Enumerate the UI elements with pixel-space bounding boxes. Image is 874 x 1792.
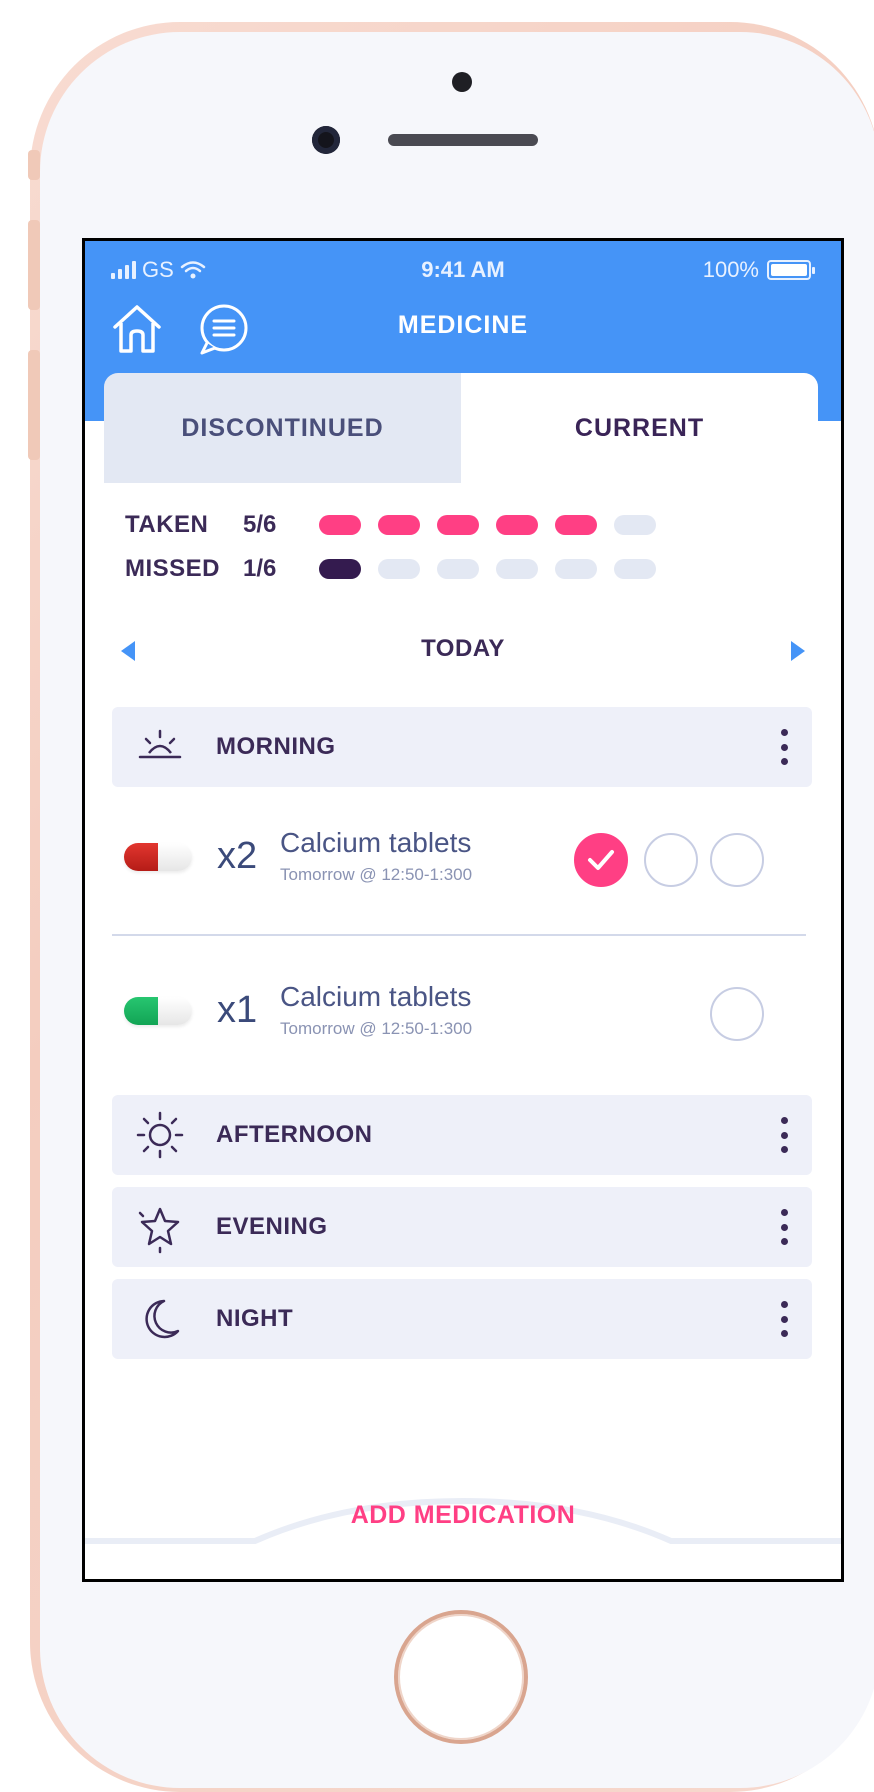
front-camera <box>312 126 340 154</box>
taken-row: TAKEN 5/6 <box>125 503 685 547</box>
empty-pill <box>437 559 479 579</box>
medication-time: Tomorrow @ 12:50-1:300 <box>280 865 473 884</box>
day-navigator: TODAY <box>85 629 841 673</box>
status-bar: GS 9:41 AM 100% <box>85 241 841 297</box>
taken-value: 5/6 <box>243 511 277 538</box>
capsule-color <box>124 997 158 1025</box>
volume-up-button <box>28 220 40 310</box>
missed-pills <box>319 559 656 579</box>
tab-bar: DISCONTINUED CURRENT <box>104 373 818 483</box>
sensor-dot <box>452 72 472 92</box>
taken-label: TAKEN <box>125 511 209 538</box>
taken-pill <box>378 515 420 535</box>
section-label: NIGHT <box>216 1305 294 1332</box>
section-morning[interactable]: MORNING <box>112 707 812 787</box>
status-right: 100% <box>702 257 815 283</box>
taken-pill <box>319 515 361 535</box>
tab-discontinued[interactable]: DISCONTINUED <box>104 373 461 483</box>
dose-check-2[interactable] <box>644 833 698 887</box>
taken-pill <box>437 515 479 535</box>
day-label: TODAY <box>421 635 505 662</box>
arrow-right-icon[interactable] <box>791 641 805 661</box>
capsule-color <box>124 843 158 871</box>
section-label: MORNING <box>216 733 336 760</box>
section-night[interactable]: NIGHT <box>112 1279 812 1359</box>
divider <box>112 934 806 936</box>
missed-label: MISSED <box>125 555 221 582</box>
more-options-icon[interactable] <box>778 1209 790 1245</box>
dose-check-1[interactable] <box>710 987 764 1041</box>
page-title: MEDICINE <box>397 311 529 339</box>
sun-icon <box>136 1111 184 1159</box>
earpiece-speaker <box>388 134 538 146</box>
medication-time: Tomorrow @ 12:50-1:300 <box>280 1019 473 1038</box>
empty-pill <box>614 515 656 535</box>
volume-down-button <box>28 350 40 460</box>
dose-count: x1 <box>217 989 258 1031</box>
more-options-icon[interactable] <box>778 1117 790 1153</box>
empty-pill <box>614 559 656 579</box>
taken-pills <box>319 515 656 535</box>
empty-pill <box>555 559 597 579</box>
medication-name: Calcium tablets <box>280 827 472 858</box>
battery-percent: 100% <box>702 257 759 282</box>
tab-current[interactable]: CURRENT <box>461 373 818 483</box>
adherence-stats: TAKEN 5/6 MISSED 1/6 <box>125 503 685 591</box>
section-evening[interactable]: EVENING <box>112 1187 812 1267</box>
more-options-icon[interactable] <box>778 1301 790 1337</box>
moon-icon <box>145 1299 180 1339</box>
section-label: EVENING <box>216 1213 328 1240</box>
missed-pill <box>319 559 361 579</box>
empty-pill <box>496 559 538 579</box>
dose-check-1[interactable] <box>574 833 628 887</box>
dose-count: x2 <box>217 835 258 877</box>
sunrise-icon <box>138 729 182 759</box>
medication-row[interactable]: x1 Calcium tablets Tomorrow @ 12:50-1:30… <box>112 959 812 1059</box>
taken-pill <box>555 515 597 535</box>
section-label: AFTERNOON <box>216 1121 373 1148</box>
missed-row: MISSED 1/6 <box>125 547 685 591</box>
home-hardware-button[interactable] <box>394 1610 528 1744</box>
add-medication-button[interactable]: ADD MEDICATION <box>85 1501 841 1530</box>
empty-pill <box>378 559 420 579</box>
dose-check-3[interactable] <box>710 833 764 887</box>
more-options-icon[interactable] <box>778 729 790 765</box>
battery-icon <box>767 260 815 280</box>
capsule-icon <box>124 997 192 1025</box>
medication-name: Calcium tablets <box>280 981 472 1012</box>
section-afternoon[interactable]: AFTERNOON <box>112 1095 812 1175</box>
capsule-icon <box>124 843 192 871</box>
app-screen: GS 9:41 AM 100% MEDICINE DISCONTINUED CU… <box>82 238 844 1582</box>
taken-pill <box>496 515 538 535</box>
medication-row[interactable]: x2 Calcium tablets Tomorrow @ 12:50-1:30… <box>112 805 812 905</box>
star-icon <box>138 1207 180 1254</box>
missed-value: 1/6 <box>243 555 277 582</box>
mute-switch <box>28 150 40 180</box>
checkmark-icon <box>588 850 614 870</box>
